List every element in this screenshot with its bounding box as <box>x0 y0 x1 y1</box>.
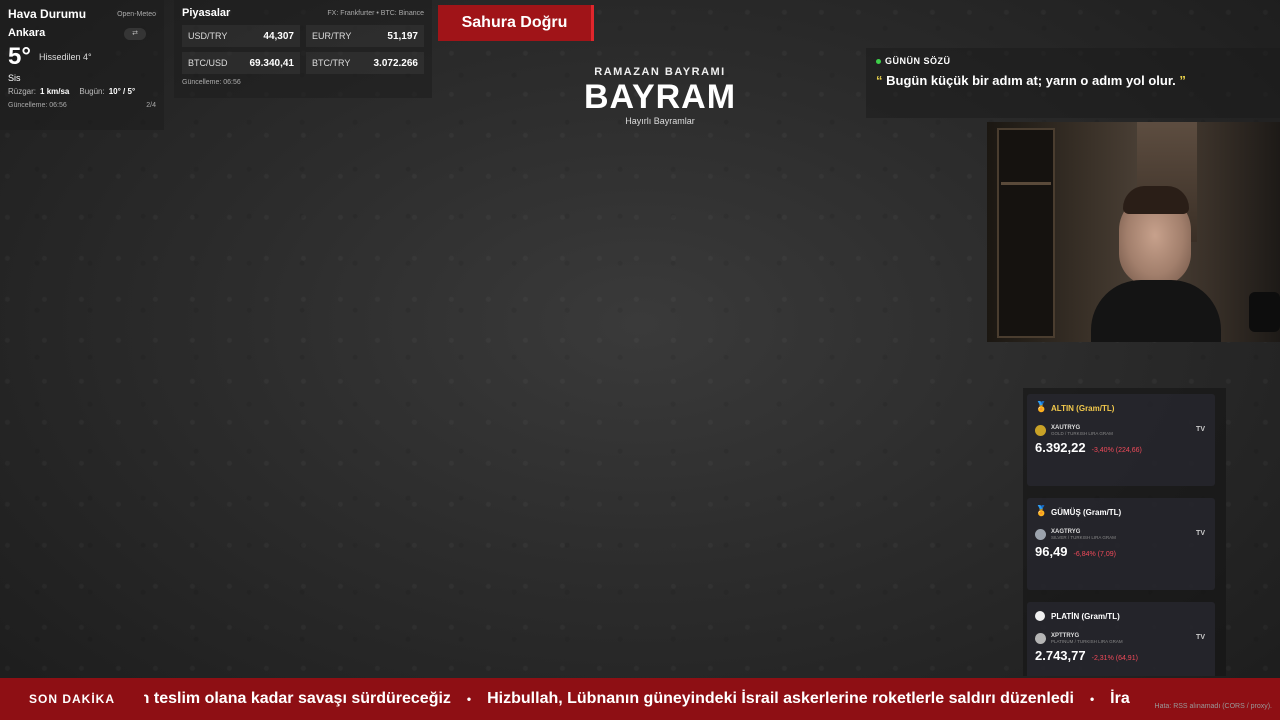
webcam-background-door <box>997 128 1055 338</box>
metal-description: SILVER / TURKISH LIRA GRAM <box>1051 535 1116 540</box>
weather-toggle-button[interactable]: ⇄ <box>124 28 146 40</box>
markets-widget: Piyasalar FX: Frankfurter • BTC: Binance… <box>174 0 432 98</box>
metals-panel: 🏅 ALTIN (Gram/TL) XAUTRYG GOLD / TURKISH… <box>1023 388 1226 676</box>
wind-value: 1 km/sa <box>40 87 70 96</box>
metal-change: -6,84% (7,09) <box>1073 551 1116 558</box>
holiday-banner: RAMAZAN BAYRAMI BAYRAM Hayırlı Bayramlar <box>560 66 760 126</box>
weather-source: Open-Meteo <box>117 10 156 18</box>
weather-temperature: 5° <box>8 43 31 70</box>
metal-card-gold[interactable]: 🏅 ALTIN (Gram/TL) XAUTRYG GOLD / TURKISH… <box>1027 394 1215 486</box>
weather-page-indicator: 2/4 <box>146 102 156 109</box>
market-name: BTC/USD <box>188 58 228 68</box>
markets-updated: Güncelleme: 06:56 <box>182 79 241 86</box>
metal-change: -2,31% (64,91) <box>1091 655 1138 662</box>
market-name: USD/TRY <box>188 31 228 41</box>
metal-title: PLATİN (Gram/TL) <box>1051 611 1120 621</box>
market-value: 51,197 <box>387 30 418 42</box>
breaking-news-ticker: SON DAKİKA nen teslim olana kadar savaşı… <box>0 678 1280 720</box>
markets-title: Piyasalar <box>182 7 231 19</box>
live-dot-icon <box>876 58 881 64</box>
breaking-news-label: SON DAKİKA <box>0 678 144 720</box>
rss-error-message: Hata: RSS alınamadı (CORS / proxy). <box>1154 703 1272 710</box>
ticker-item: nen teslim olana kadar savaşı sürdüreceğ… <box>144 690 451 707</box>
metal-change: -3,40% (224,66) <box>1091 447 1142 454</box>
markets-source: FX: Frankfurter • BTC: Binance <box>327 9 424 17</box>
coin-icon <box>1035 425 1046 436</box>
medal-gold-icon: 🏅 <box>1035 402 1048 413</box>
ticker-content: nen teslim olana kadar savaşı sürdüreceğ… <box>144 678 1130 720</box>
metal-description: PLATINUM / TURKISH LIRA GRAM <box>1051 639 1123 644</box>
ticker-track: nen teslim olana kadar savaşı sürdüreceğ… <box>144 678 1280 720</box>
medal-silver-icon: 🏅 <box>1035 506 1048 517</box>
metal-card-silver[interactable]: 🏅 GÜMÜŞ (Gram/TL) XAGTRYG SILVER / TURKI… <box>1027 498 1215 590</box>
streamer-body <box>1091 280 1221 342</box>
quote-heading: GÜNÜN SÖZÜ <box>885 56 951 66</box>
metal-price: 2.743,77 <box>1035 648 1086 663</box>
quote-of-the-day: GÜNÜN SÖZÜ “ Bugün küçük bir adım at; ya… <box>866 48 1280 118</box>
holiday-subtitle: RAMAZAN BAYRAMI <box>594 66 726 78</box>
quote-open-mark: “ <box>876 73 883 88</box>
coin-icon <box>1035 633 1046 644</box>
platinum-dot-icon <box>1035 611 1045 621</box>
sahur-countdown-badge: Sahura Doğru <box>438 5 594 41</box>
metal-price: 96,49 <box>1035 544 1068 559</box>
weather-details: Rüzgar: 1 km/sa Bugün: 10° / 5° <box>8 87 156 96</box>
market-value: 69.340,41 <box>249 57 295 69</box>
metal-card-platinum[interactable]: PLATİN (Gram/TL) XPTTRYG PLATINUM / TURK… <box>1027 602 1215 676</box>
ticker-separator: • <box>1089 692 1095 706</box>
ticker-item: İra <box>1110 690 1130 707</box>
market-value: 3.072.266 <box>373 57 419 69</box>
market-name: EUR/TRY <box>312 31 352 41</box>
metal-price: 6.392,22 <box>1035 440 1086 455</box>
coin-icon <box>1035 529 1046 540</box>
ticker-item: Hizbullah, Lübnanın güneyindeki İsrail a… <box>487 690 1074 707</box>
market-value: 44,307 <box>263 30 294 42</box>
holiday-title: BAYRAM <box>583 78 737 116</box>
wind-label: Rüzgar: <box>8 87 37 96</box>
tradingview-logo-icon[interactable]: TV <box>1196 426 1205 433</box>
market-btc-try: BTC/TRY 3.072.266 <box>306 52 424 74</box>
tradingview-logo-icon[interactable]: TV <box>1196 634 1205 641</box>
holiday-wish: Hayırlı Bayramlar <box>625 116 695 126</box>
quote-close-mark: ” <box>1179 73 1186 88</box>
ticker-separator: • <box>466 692 472 706</box>
quote-text-line: “ Bugün küçük bir adım at; yarın o adım … <box>876 73 1270 88</box>
metal-title: GÜMÜŞ (Gram/TL) <box>1051 507 1122 517</box>
market-usd-try: USD/TRY 44,307 <box>182 25 300 47</box>
weather-widget: Hava Durumu Open-Meteo Ankara ⇄ 5° Hisse… <box>0 0 164 130</box>
market-name: BTC/TRY <box>312 58 351 68</box>
webcam-background-shelf <box>1001 182 1051 185</box>
metal-description: GOLD / TURKISH LIRA GRAM <box>1051 431 1113 436</box>
market-eur-try: EUR/TRY 51,197 <box>306 25 424 47</box>
today-label: Bugün: <box>79 87 105 96</box>
market-btc-usd: BTC/USD 69.340,41 <box>182 52 300 74</box>
weather-title: Hava Durumu <box>8 7 87 21</box>
webcam-feed <box>987 122 1280 342</box>
weather-condition: Sis <box>8 73 21 83</box>
metal-title: ALTIN (Gram/TL) <box>1051 403 1115 413</box>
weather-feels-like: Hissedilen 4° <box>38 52 92 62</box>
tradingview-logo-icon[interactable]: TV <box>1196 530 1205 537</box>
quote-text: Bugün küçük bir adım at; yarın o adım yo… <box>886 73 1176 88</box>
streamer-hair <box>1123 186 1189 214</box>
microphone <box>1249 292 1280 332</box>
weather-updated: Güncelleme: 06:56 <box>8 102 67 109</box>
today-value: 10° / 5° <box>108 87 136 96</box>
